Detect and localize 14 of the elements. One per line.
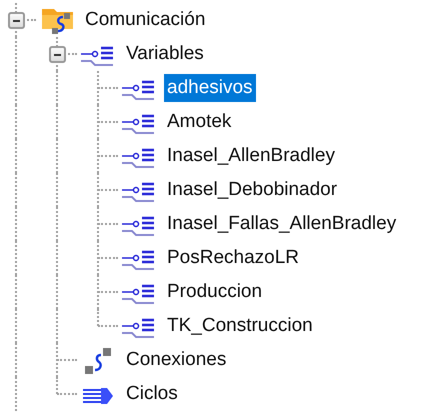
collapse-toggle[interactable] (8, 12, 25, 29)
tree-item[interactable]: Amotek (164, 108, 234, 136)
tree-item[interactable]: Comunicación (82, 6, 208, 34)
tree-item[interactable]: Ciclos (123, 380, 181, 408)
tree-item[interactable]: TK_Construccion (164, 312, 316, 340)
tree-item[interactable]: adhesivos (164, 74, 256, 102)
tree-item[interactable]: Produccion (164, 278, 266, 306)
tree-item[interactable]: Conexiones (123, 346, 230, 374)
collapse-toggle[interactable] (49, 46, 66, 63)
tree-item[interactable]: Inasel_Fallas_AllenBradley (164, 210, 400, 238)
tree-item[interactable]: Variables (123, 40, 207, 68)
tree-item[interactable]: Inasel_AllenBradley (164, 142, 338, 170)
tree-item[interactable]: PosRechazoLR (164, 244, 302, 272)
tree-item[interactable]: Inasel_Debobinador (164, 176, 340, 204)
